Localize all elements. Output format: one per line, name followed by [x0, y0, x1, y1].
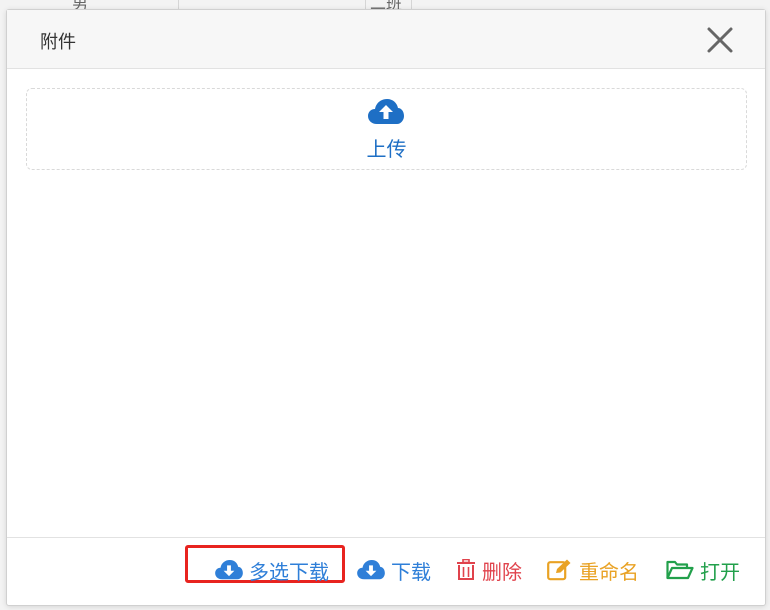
download-label: 下载 — [391, 559, 431, 584]
cloud-upload-icon — [368, 99, 404, 124]
multi-download-button[interactable]: 多选下载 — [215, 554, 329, 586]
close-icon — [707, 27, 733, 53]
dialog-footer: 多选下载 下载 删除 重命名 打开 — [7, 537, 765, 605]
close-button[interactable] — [705, 25, 735, 55]
folder-open-icon — [666, 560, 694, 580]
dialog-header: 附件 — [7, 10, 765, 69]
open-button[interactable]: 打开 — [666, 554, 740, 586]
rename-label: 重命名 — [579, 559, 639, 584]
trash-icon — [457, 559, 475, 580]
upload-dropzone[interactable]: 上传 — [26, 88, 747, 170]
open-label: 打开 — [700, 559, 740, 584]
cloud-download-icon — [357, 560, 385, 580]
dialog-title: 附件 — [40, 32, 76, 53]
multi-download-label: 多选下载 — [249, 559, 329, 584]
rename-button[interactable]: 重命名 — [547, 554, 639, 586]
edit-icon — [547, 559, 571, 581]
cloud-download-icon — [215, 560, 243, 580]
file-list — [26, 182, 747, 522]
upload-label: 上传 — [366, 137, 407, 161]
attachment-dialog: 附件 上传 多选下载 下载 删除 重命名 打开 — [6, 9, 766, 606]
delete-button[interactable]: 删除 — [456, 554, 522, 586]
delete-label: 删除 — [482, 559, 522, 584]
download-button[interactable]: 下载 — [357, 554, 431, 586]
